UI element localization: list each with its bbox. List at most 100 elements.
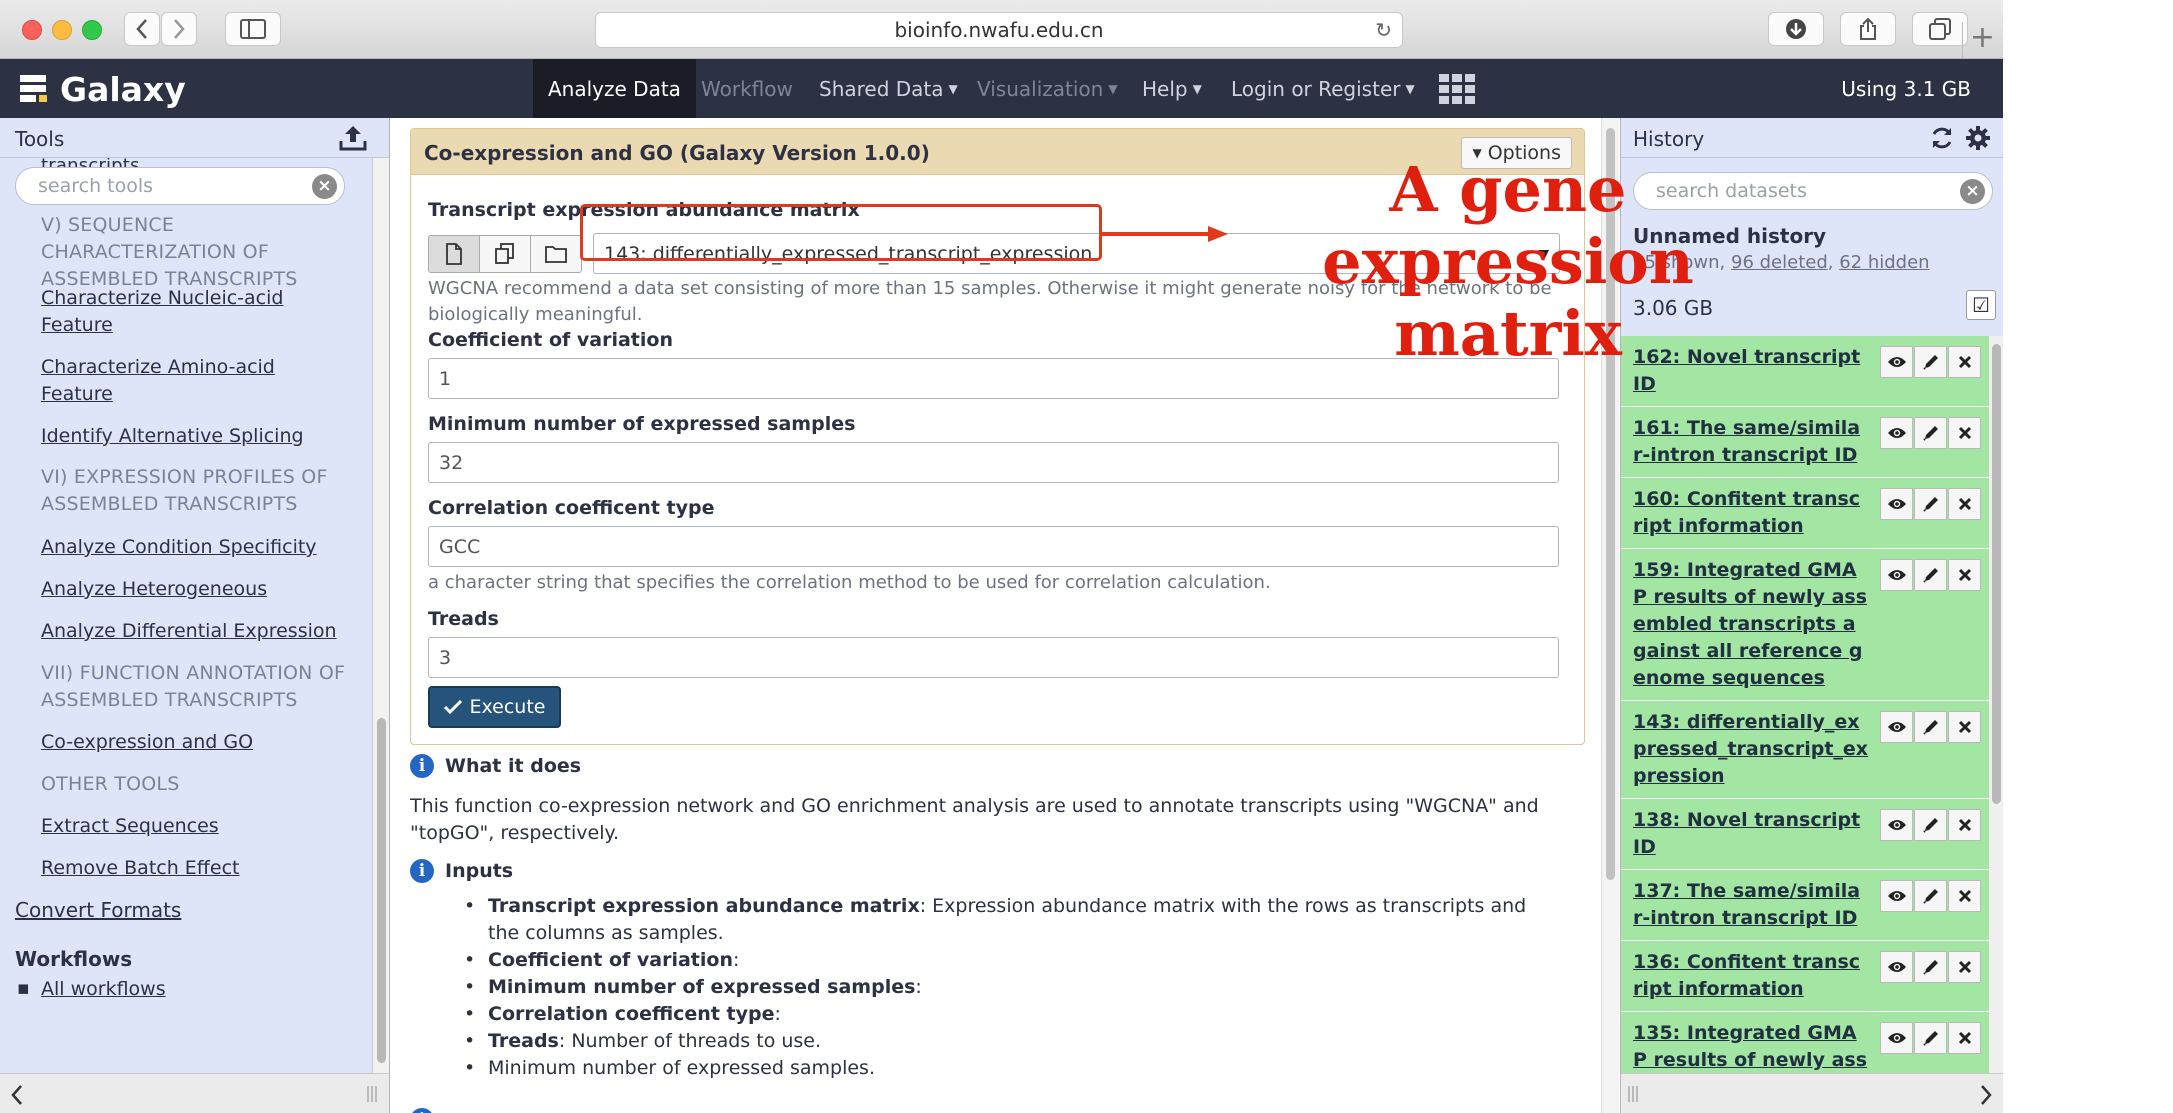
- address-bar[interactable]: bioinfo.nwafu.edu.cn ↻: [595, 12, 1403, 48]
- clear-search-icon[interactable]: ×: [312, 174, 337, 199]
- section-expression-profiles[interactable]: VI) EXPRESSION PROFILES OF ASSEMBLED TRA…: [41, 464, 361, 518]
- eye-icon[interactable]: [1880, 346, 1913, 378]
- resize-grip-icon[interactable]: [366, 1086, 378, 1102]
- clear-search-icon[interactable]: ×: [1960, 179, 1985, 204]
- dataset-title[interactable]: 135: Integrated GMAP results of newly as…: [1633, 1020, 1869, 1073]
- pencil-icon[interactable]: [1914, 809, 1947, 841]
- reload-icon[interactable]: ↻: [1375, 18, 1392, 42]
- tool-remove-batch-effect[interactable]: Remove Batch Effect: [41, 855, 361, 882]
- tool-differential-expression[interactable]: Analyze Differential Expression: [41, 618, 361, 645]
- forward-button[interactable]: [161, 12, 197, 46]
- select-items-button[interactable]: ☑: [1966, 290, 1996, 320]
- dataset-title[interactable]: 160: Confitent transcript information: [1633, 486, 1869, 540]
- history-dataset[interactable]: 138: Novel transcript ID: [1621, 799, 1989, 870]
- section-function-annotation[interactable]: VII) FUNCTION ANNOTATION OF ASSEMBLED TR…: [41, 660, 361, 714]
- tool-characterize-nucleic[interactable]: Characterize Nucleic-acid Feature: [41, 285, 341, 339]
- eye-icon[interactable]: [1880, 809, 1913, 841]
- min-samples-input[interactable]: 32: [428, 442, 1559, 483]
- eye-icon[interactable]: [1880, 1022, 1913, 1054]
- eye-icon[interactable]: [1880, 488, 1913, 520]
- history-dataset[interactable]: 143: differentially_expressed_transcript…: [1621, 701, 1989, 799]
- delete-icon[interactable]: [1948, 951, 1981, 983]
- new-tab-button[interactable]: +: [1962, 22, 2002, 59]
- pencil-icon[interactable]: [1914, 1022, 1947, 1054]
- tool-search-input[interactable]: search tools ×: [15, 167, 345, 205]
- dataset-title[interactable]: 159: Integrated GMAP results of newly as…: [1633, 557, 1869, 692]
- dataset-title[interactable]: 143: differentially_expressed_transcript…: [1633, 709, 1869, 790]
- convert-formats-link[interactable]: Convert Formats: [15, 898, 181, 922]
- pencil-icon[interactable]: [1914, 880, 1947, 912]
- pencil-icon[interactable]: [1914, 951, 1947, 983]
- eye-icon[interactable]: [1880, 417, 1913, 449]
- chevron-right-icon[interactable]: [1979, 1084, 1993, 1106]
- history-dataset[interactable]: 160: Confitent transcript information: [1621, 478, 1989, 549]
- minimize-window-button[interactable]: [52, 20, 72, 40]
- chevron-left-icon[interactable]: [10, 1084, 24, 1106]
- history-dataset[interactable]: 136: Confitent transcript information: [1621, 941, 1989, 1012]
- section-other-tools[interactable]: OTHER TOOLS: [41, 771, 361, 798]
- delete-icon[interactable]: [1948, 1022, 1981, 1054]
- history-dataset[interactable]: 161: The same/similar-intron transcript …: [1621, 407, 1989, 478]
- tool-identify-splicing[interactable]: Identify Alternative Splicing: [41, 423, 361, 450]
- execute-button[interactable]: Execute: [428, 686, 561, 728]
- tool-coexpression-go[interactable]: Co-expression and GO: [41, 729, 361, 756]
- delete-icon[interactable]: [1948, 880, 1981, 912]
- multiple-datasets-button[interactable]: [480, 236, 531, 272]
- nav-analyze-data[interactable]: Analyze Data: [533, 59, 696, 118]
- history-scrollbar[interactable]: [1989, 336, 2003, 1073]
- history-dataset[interactable]: 159: Integrated GMAP results of newly as…: [1621, 549, 1989, 701]
- dataset-title[interactable]: 161: The same/similar-intron transcript …: [1633, 415, 1869, 469]
- delete-icon[interactable]: [1948, 559, 1981, 591]
- single-dataset-button[interactable]: [429, 236, 480, 272]
- delete-icon[interactable]: [1948, 417, 1981, 449]
- zoom-window-button[interactable]: [82, 20, 102, 40]
- pencil-icon[interactable]: [1914, 488, 1947, 520]
- sidebar-toggle-button[interactable]: [225, 12, 281, 46]
- pencil-icon[interactable]: [1914, 559, 1947, 591]
- eye-icon[interactable]: [1880, 559, 1913, 591]
- eye-icon[interactable]: [1880, 711, 1913, 743]
- pencil-icon[interactable]: [1914, 346, 1947, 378]
- delete-icon[interactable]: [1948, 711, 1981, 743]
- tool-characterize-amino[interactable]: Characterize Amino-acid Feature: [41, 354, 341, 408]
- history-dataset[interactable]: 135: Integrated GMAP results of newly as…: [1621, 1012, 1989, 1073]
- nav-shared-data[interactable]: Shared Data ▼: [804, 59, 973, 118]
- scroll-thumb[interactable]: [1992, 344, 2001, 804]
- nav-help[interactable]: Help ▼: [1127, 59, 1217, 118]
- pencil-icon[interactable]: [1914, 711, 1947, 743]
- delete-icon[interactable]: [1948, 346, 1981, 378]
- gear-icon[interactable]: [1965, 125, 1991, 151]
- share-button[interactable]: [1840, 12, 1896, 46]
- tool-extract-sequences[interactable]: Extract Sequences: [41, 813, 361, 840]
- history-dataset[interactable]: 137: The same/similar-intron transcript …: [1621, 870, 1989, 941]
- section-sequence-characterization[interactable]: V) SEQUENCE CHARACTERIZATION OF ASSEMBLE…: [41, 212, 361, 293]
- dataset-title[interactable]: 136: Confitent transcript information: [1633, 949, 1869, 1003]
- tools-scrollbar[interactable]: [372, 158, 389, 1073]
- refresh-icon[interactable]: [1929, 125, 1955, 151]
- delete-icon[interactable]: [1948, 809, 1981, 841]
- upload-icon[interactable]: [338, 123, 368, 153]
- nav-workflow[interactable]: Workflow: [686, 59, 808, 118]
- apps-grid-button[interactable]: [1424, 59, 1490, 118]
- eye-icon[interactable]: [1880, 880, 1913, 912]
- treads-input[interactable]: 3: [428, 637, 1559, 678]
- nav-visualization[interactable]: Visualization ▼: [962, 59, 1133, 118]
- close-window-button[interactable]: [22, 20, 42, 40]
- tool-heterogeneous[interactable]: Analyze Heterogeneous: [41, 576, 361, 603]
- back-button[interactable]: [124, 12, 160, 46]
- nav-login-register[interactable]: Login or Register ▼: [1216, 59, 1430, 118]
- all-workflows-link[interactable]: All workflows: [41, 976, 166, 1003]
- galaxy-logo[interactable]: Galaxy: [18, 67, 186, 111]
- downloads-button[interactable]: [1768, 12, 1824, 46]
- tool-condition-specificity[interactable]: Analyze Condition Specificity: [41, 534, 361, 561]
- scroll-thumb[interactable]: [377, 718, 386, 1063]
- hidden-link[interactable]: 62 hidden: [1839, 252, 1929, 273]
- dataset-collection-button[interactable]: [531, 236, 581, 272]
- delete-icon[interactable]: [1948, 488, 1981, 520]
- dataset-title[interactable]: 137: The same/similar-intron transcript …: [1633, 878, 1869, 932]
- dataset-title[interactable]: 138: Novel transcript ID: [1633, 807, 1869, 861]
- pencil-icon[interactable]: [1914, 417, 1947, 449]
- eye-icon[interactable]: [1880, 951, 1913, 983]
- tabs-overview-button[interactable]: [1912, 12, 1968, 46]
- resize-grip-icon[interactable]: [1627, 1086, 1639, 1102]
